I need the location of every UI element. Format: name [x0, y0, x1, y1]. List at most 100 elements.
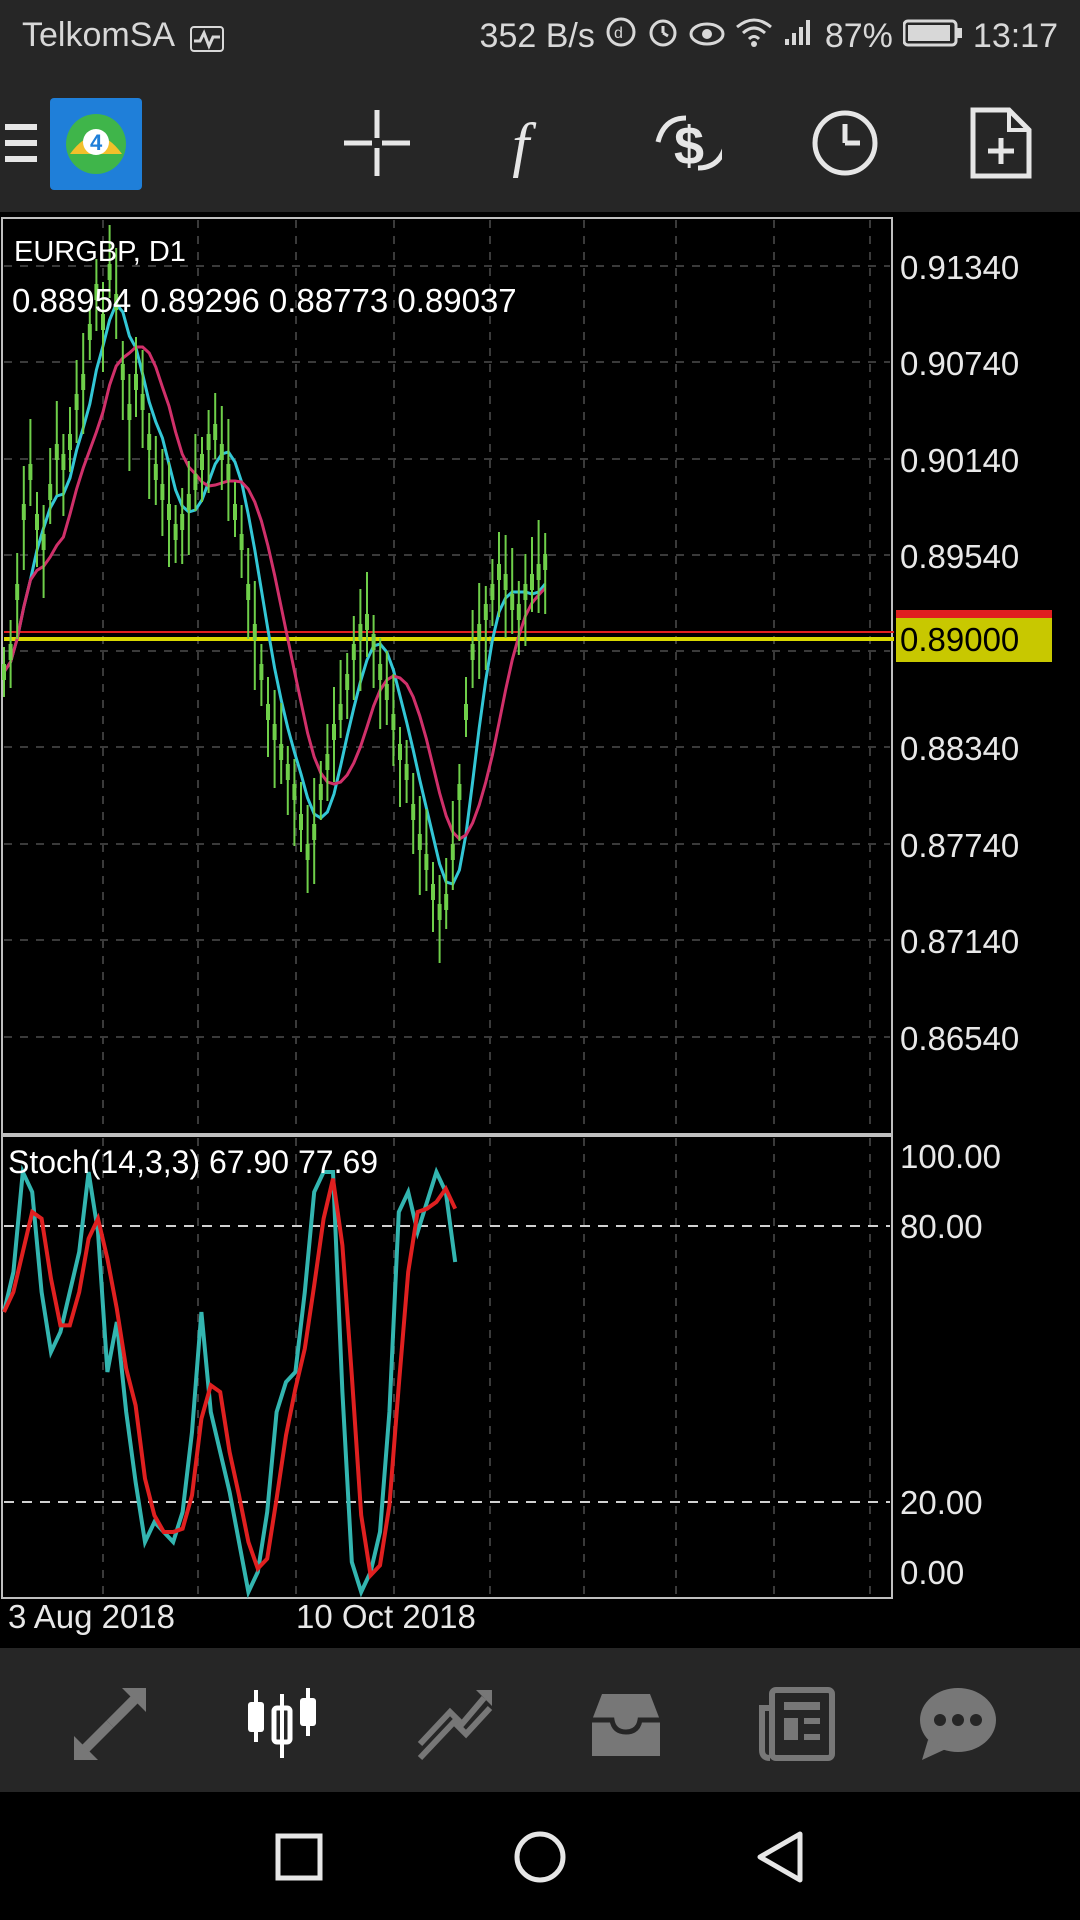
price-level-8: 0.86540: [900, 1020, 1020, 1057]
network-speed: 352 B/s: [479, 17, 595, 55]
candle-body: [444, 894, 449, 910]
mt4-app-logo[interactable]: 4: [50, 98, 142, 190]
svg-text:d: d: [614, 25, 623, 42]
clock-time: 13:17: [972, 17, 1058, 55]
candle-body: [351, 644, 356, 660]
candle-body: [160, 484, 165, 500]
candle-body: [536, 564, 541, 580]
candle-body: [299, 814, 303, 830]
wifi-icon: [735, 17, 773, 56]
candle-body: [8, 644, 13, 660]
price-level-4: 0.89540: [900, 538, 1020, 575]
candle-body: [318, 784, 323, 800]
candle-body: [516, 604, 521, 620]
candle-body: [219, 444, 224, 460]
quotes-icon[interactable]: [70, 1684, 150, 1764]
candle-body: [54, 444, 59, 460]
candle-body: [312, 824, 317, 840]
candle-body: [140, 394, 145, 410]
candle-body: [173, 524, 178, 540]
stoch-level-20: 20.00: [900, 1484, 983, 1521]
candle-body: [226, 464, 231, 480]
carrier-name: TelkomSA: [22, 16, 176, 54]
candle-body: [87, 324, 92, 340]
candle-body: [206, 434, 211, 450]
candle-body: [543, 554, 548, 570]
indicators-icon[interactable]: f: [498, 108, 568, 178]
candle-body: [285, 764, 290, 780]
svg-text:4: 4: [90, 130, 103, 155]
price-level-1: 0.91340: [900, 249, 1020, 286]
candle-body: [424, 854, 429, 870]
news-icon[interactable]: [758, 1684, 838, 1764]
candle-body: [134, 374, 138, 390]
candle-body: [252, 624, 257, 640]
candle-body: [325, 754, 330, 770]
home-button[interactable]: [505, 1822, 575, 1892]
chart-toolbar: 4 f $: [0, 72, 1080, 212]
chart-area[interactable]: EURGBP, D1 0.88954 0.89296 0.88773 0.890…: [0, 212, 1080, 1648]
candle-body: [74, 394, 79, 410]
candle-body: [292, 784, 297, 800]
status-bar: TelkomSA 352 B/s d 87% 13:17: [0, 0, 1080, 72]
price-level-5: 0.88340: [900, 730, 1020, 767]
new-order-icon[interactable]: [966, 107, 1036, 179]
crosshair-icon[interactable]: [342, 108, 412, 178]
data-saver-icon: d: [605, 16, 637, 57]
trade-icon[interactable]: [414, 1684, 494, 1764]
back-button[interactable]: [746, 1822, 816, 1892]
candle-body: [365, 614, 369, 630]
stoch-level-80: 80.00: [900, 1208, 983, 1245]
system-navigation-bar: [0, 1792, 1080, 1920]
price-level-6: 0.87740: [900, 827, 1020, 864]
candle-body: [464, 704, 468, 720]
candle-body: [437, 904, 442, 920]
bottom-navigation: [0, 1648, 1080, 1792]
candle-body: [358, 624, 363, 640]
battery-percent: 87%: [824, 17, 893, 55]
candle-body: [186, 494, 191, 510]
candle-body: [391, 714, 396, 730]
candle-body: [411, 804, 416, 820]
candle-body: [510, 594, 515, 610]
timeframe-clock-icon[interactable]: [810, 108, 880, 178]
candle-body: [127, 404, 132, 420]
candle-body: [272, 724, 277, 740]
candle-body: [81, 374, 86, 390]
candle-body: [305, 844, 310, 860]
candle-body: [180, 514, 185, 530]
candle-body: [530, 574, 534, 590]
activity-icon: [190, 22, 224, 61]
candle-body: [332, 724, 336, 740]
candle-body: [384, 684, 389, 700]
price-level-2: 0.90740: [900, 345, 1020, 382]
svg-text:f: f: [512, 112, 537, 178]
candle-body: [35, 514, 39, 530]
candle-body: [470, 644, 475, 660]
candle-body: [345, 674, 350, 690]
stoch-label: Stoch(14,3,3) 67.90 77.69: [8, 1144, 379, 1180]
trade-icon[interactable]: $: [652, 108, 722, 178]
candle-body: [371, 634, 376, 650]
candle-body: [193, 474, 198, 490]
candle-body: [147, 434, 152, 450]
eye-comfort-icon: [689, 17, 725, 56]
history-icon[interactable]: [586, 1684, 666, 1764]
candle-body: [120, 364, 125, 380]
candle-body: [259, 664, 264, 680]
candle-body: [279, 744, 284, 760]
messages-icon[interactable]: [918, 1684, 998, 1764]
chart-icon[interactable]: [242, 1684, 322, 1764]
candle-body: [477, 624, 482, 640]
candle-body: [431, 884, 435, 900]
ohlc-values: 0.88954 0.89296 0.88773 0.89037: [12, 282, 517, 319]
recent-apps-button[interactable]: [264, 1822, 334, 1892]
candle-body: [404, 764, 409, 780]
battery-icon: [902, 17, 963, 56]
candle-body: [266, 704, 270, 720]
ask-price-marker: [896, 610, 1052, 618]
candle-body: [246, 584, 251, 600]
price-level-3: 0.90140: [900, 442, 1020, 479]
candle-body: [233, 504, 237, 520]
current-price-badge: 0.89000: [896, 618, 1052, 662]
